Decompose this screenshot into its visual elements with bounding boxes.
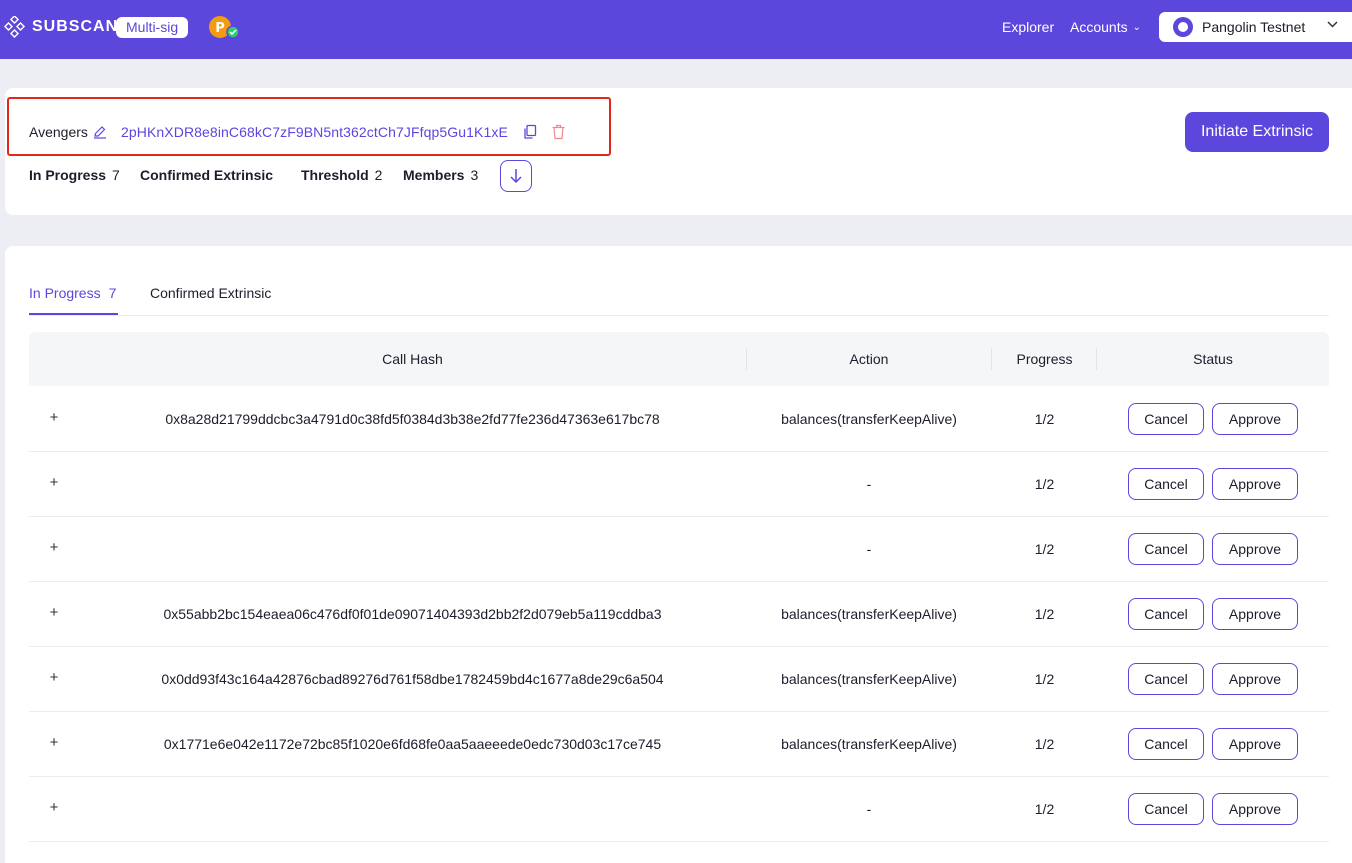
progress-cell: 1/2 <box>1034 671 1055 687</box>
table-row: +0x0dd93f43c164a42876cbad89276d761f58dbe… <box>29 647 1329 712</box>
active-tab-underline <box>29 313 118 315</box>
arrow-down-icon <box>510 169 522 184</box>
progress-cell: 1/2 <box>1034 541 1055 557</box>
table-row: + - 1/2 Cancel Approve <box>29 452 1329 517</box>
tab-divider <box>29 315 1329 316</box>
expand-members-button[interactable] <box>500 160 532 192</box>
expand-row-icon[interactable]: + <box>47 475 61 490</box>
expand-row-icon[interactable]: + <box>47 735 61 750</box>
approve-button[interactable]: Approve <box>1212 793 1298 825</box>
tab-confirmed-extrinsic[interactable]: Confirmed Extrinsic <box>150 285 271 301</box>
stat-confirmed: Confirmed Extrinsic <box>140 167 273 183</box>
nav-accounts-label: Accounts <box>1070 19 1128 35</box>
action-cell: balances(transferKeepAlive) <box>781 736 957 752</box>
approve-button[interactable]: Approve <box>1212 728 1298 760</box>
network-select[interactable]: Pangolin Testnet <box>1159 12 1352 42</box>
edit-icon[interactable] <box>93 125 107 139</box>
account-address-link[interactable]: 2pHKnXDR8e8inC68kC7zF9BN5nt362ctCh7JFfqp… <box>121 124 508 140</box>
approve-button[interactable]: Approve <box>1212 403 1298 435</box>
cancel-button[interactable]: Cancel <box>1128 793 1204 825</box>
tab-in-progress[interactable]: In Progress 7 <box>29 285 116 301</box>
table-row: +0x55abb2bc154eaea06c476df0f01de09071404… <box>29 582 1329 647</box>
expand-row-icon[interactable]: + <box>47 800 61 815</box>
chevron-down-icon <box>1327 21 1338 28</box>
header-call-hash: Call Hash <box>382 351 443 367</box>
copy-icon[interactable] <box>523 124 537 140</box>
action-cell: balances(transferKeepAlive) <box>781 411 957 427</box>
stat-members: Members 3 <box>403 167 478 183</box>
wallet-extension-icon[interactable]: P <box>208 15 240 41</box>
cancel-button[interactable]: Cancel <box>1128 403 1204 435</box>
cancel-button[interactable]: Cancel <box>1128 663 1204 695</box>
nav-explorer-link[interactable]: Explorer <box>1002 19 1054 35</box>
table-row: + - 1/2 Cancel Approve <box>29 777 1329 842</box>
stat-value: 3 <box>470 167 479 183</box>
approve-button[interactable]: Approve <box>1212 468 1298 500</box>
approve-button[interactable]: Approve <box>1212 663 1298 695</box>
nav-accounts-dropdown[interactable]: Accounts ⌄ <box>1070 19 1141 35</box>
table-row: + - 1/2 Cancel Approve <box>29 517 1329 582</box>
subscan-logo-icon <box>4 16 26 38</box>
progress-cell: 1/2 <box>1034 736 1055 752</box>
network-icon <box>1173 17 1193 37</box>
network-label: Pangolin Testnet <box>1202 19 1306 35</box>
subscan-logo[interactable]: SUBSCAN <box>4 16 118 38</box>
approve-button[interactable]: Approve <box>1212 533 1298 565</box>
progress-cell: 1/2 <box>1034 606 1055 622</box>
progress-cell: 1/2 <box>1034 476 1055 492</box>
header-action: Action <box>849 351 889 367</box>
call-hash: 0x8a28d21799ddcbc3a4791d0c38fd5f0384d3b3… <box>165 411 660 427</box>
action-cell: - <box>866 476 872 492</box>
expand-row-icon[interactable]: + <box>47 670 61 685</box>
stat-label: Members <box>403 167 465 183</box>
stat-label: Threshold <box>301 167 369 183</box>
header-status: Status <box>1193 351 1233 367</box>
action-cell: - <box>866 801 872 817</box>
table-header: Call Hash Action Progress Status <box>29 332 1329 386</box>
tab-count: 7 <box>108 285 117 301</box>
cancel-button[interactable]: Cancel <box>1128 533 1204 565</box>
call-hash: 0x55abb2bc154eaea06c476df0f01de090714043… <box>163 606 662 622</box>
progress-cell: 1/2 <box>1034 801 1055 817</box>
cancel-button[interactable]: Cancel <box>1128 728 1204 760</box>
account-name: Avengers <box>29 124 88 140</box>
stat-threshold: Threshold 2 <box>301 167 382 183</box>
cancel-button[interactable]: Cancel <box>1128 468 1204 500</box>
expand-row-icon[interactable]: + <box>47 605 61 620</box>
approve-button[interactable]: Approve <box>1212 598 1298 630</box>
logo-text: SUBSCAN <box>32 18 119 35</box>
tab-label: In Progress <box>29 285 101 301</box>
action-cell: - <box>866 541 872 557</box>
chevron-down-icon: ⌄ <box>1132 21 1141 33</box>
cancel-button[interactable]: Cancel <box>1128 598 1204 630</box>
call-hash: 0x1771e6e042e1172e72bc85f1020e6fd68fe0aa… <box>163 736 662 752</box>
expand-row-icon[interactable]: + <box>47 540 61 555</box>
stat-label: In Progress <box>29 167 107 183</box>
svg-text:P: P <box>215 21 225 36</box>
initiate-extrinsic-button[interactable]: Initiate Extrinsic <box>1185 112 1329 152</box>
top-navbar: SUBSCAN Multi-sig P Explorer Accounts ⌄ … <box>0 0 1352 59</box>
trash-icon[interactable] <box>551 124 566 140</box>
stat-value: 7 <box>112 167 120 183</box>
stat-label: Confirmed Extrinsic <box>140 167 274 183</box>
call-hash: 0x0dd93f43c164a42876cbad89276d761f58dbe1… <box>161 671 664 687</box>
table-row: +0x8a28d21799ddcbc3a4791d0c38fd5f0384d3b… <box>29 387 1329 452</box>
table-row: +0x1771e6e042e1172e72bc85f1020e6fd68fe0a… <box>29 712 1329 777</box>
action-cell: balances(transferKeepAlive) <box>781 671 957 687</box>
progress-cell: 1/2 <box>1034 411 1055 427</box>
header-progress: Progress <box>1016 351 1073 367</box>
stat-in-progress: In Progress 7 <box>29 167 120 183</box>
stat-value: 2 <box>374 167 383 183</box>
action-cell: balances(transferKeepAlive) <box>781 606 957 622</box>
multisig-badge: Multi-sig <box>116 17 189 38</box>
expand-row-icon[interactable]: + <box>47 410 61 425</box>
